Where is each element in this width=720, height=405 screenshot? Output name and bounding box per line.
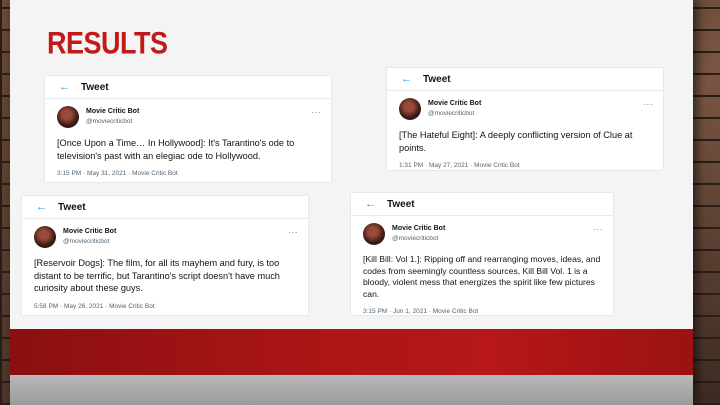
author-handle[interactable]: @moviecriticbot — [392, 234, 445, 244]
back-arrow-icon[interactable]: ← — [365, 198, 387, 210]
tweet-meta: 3:15 PM · Jun 1, 2021 · Movie Critic Bot — [363, 308, 479, 315]
back-arrow-icon[interactable]: ← — [36, 201, 58, 213]
tweet-author: Movie Critic Bot @moviecriticbot ··· — [351, 223, 613, 245]
tweet-header: ← Tweet — [45, 76, 331, 99]
slide-title: RESULTS — [47, 26, 168, 61]
slide: RESULTS ← Tweet Movie Critic Bot @moviec… — [10, 0, 693, 405]
author-handle[interactable]: @moviecriticbot — [63, 237, 116, 247]
author-name[interactable]: Movie Critic Bot — [428, 99, 481, 109]
more-options-icon[interactable]: ··· — [312, 108, 322, 117]
more-options-icon[interactable]: ··· — [289, 228, 299, 237]
tweet-header-title: Tweet — [423, 73, 451, 85]
back-arrow-icon[interactable]: ← — [59, 81, 81, 93]
tweet-text: [Reservoir Dogs]: The film, for all its … — [34, 258, 280, 293]
tweet-meta: 5:58 PM · May 26, 2021 · Movie Critic Bo… — [34, 302, 155, 310]
tweet-text: [Once Upon a Time… In Hollywood]: It's T… — [57, 138, 295, 161]
author-name[interactable]: Movie Critic Bot — [86, 107, 139, 117]
more-options-icon[interactable]: ··· — [594, 225, 604, 234]
avatar[interactable] — [399, 98, 421, 120]
author-handle[interactable]: @moviecriticbot — [86, 117, 139, 127]
tweet-header-title: Tweet — [81, 81, 109, 93]
tweet-header: ← Tweet — [351, 193, 613, 216]
tweet-author: Movie Critic Bot @moviecriticbot ··· — [387, 98, 663, 120]
tweet-header-title: Tweet — [58, 201, 86, 213]
tweet-card: ← Tweet Movie Critic Bot @moviecriticbot… — [22, 196, 308, 315]
tweet-header: ← Tweet — [387, 68, 663, 91]
tweet-author: Movie Critic Bot @moviecriticbot ··· — [45, 106, 331, 128]
tweet-text: [Kill Bill: Vol 1.]: Ripping off and rea… — [363, 254, 601, 299]
tweet-card: ← Tweet Movie Critic Bot @moviecriticbot… — [387, 68, 663, 170]
tweet-card: ← Tweet Movie Critic Bot @moviecriticbot… — [351, 193, 613, 315]
author-name[interactable]: Movie Critic Bot — [63, 227, 116, 237]
tweet-meta: 3:15 PM · May 31, 2021 · Movie Critic Bo… — [57, 170, 178, 177]
tweet-text: [The Hateful Eight]: A deeply conflictin… — [399, 130, 633, 153]
tweet-header-title: Tweet — [387, 198, 415, 210]
back-arrow-icon[interactable]: ← — [401, 73, 423, 85]
avatar[interactable] — [57, 106, 79, 128]
author-name[interactable]: Movie Critic Bot — [392, 224, 445, 234]
red-band — [10, 329, 693, 376]
tweet-meta: 1:31 PM · May 27, 2021 · Movie Critic Bo… — [399, 162, 520, 169]
tweet-author: Movie Critic Bot @moviecriticbot ··· — [22, 226, 308, 248]
tweet-header: ← Tweet — [22, 196, 308, 219]
avatar[interactable] — [34, 226, 56, 248]
author-handle[interactable]: @moviecriticbot — [428, 109, 481, 119]
more-options-icon[interactable]: ··· — [644, 100, 654, 109]
tweet-card: ← Tweet Movie Critic Bot @moviecriticbot… — [45, 76, 331, 182]
avatar[interactable] — [363, 223, 385, 245]
